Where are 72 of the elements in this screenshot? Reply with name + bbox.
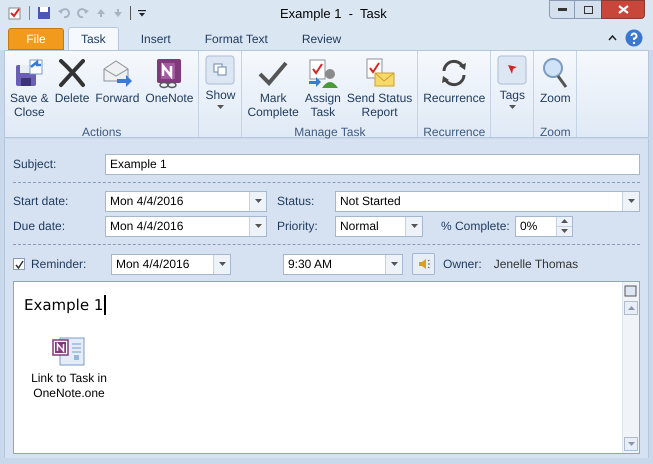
group-label: Zoom [540, 125, 571, 139]
field-label: Owner: [443, 256, 482, 273]
field-label: Start date: [13, 193, 70, 210]
caret-icon [218, 262, 226, 266]
dropdown-field[interactable]: Mon 4/4/2016 [105, 190, 267, 212]
reminder-checkbox[interactable] [13, 258, 25, 270]
field-label: Subject: [13, 156, 58, 173]
scrollbar[interactable] [622, 282, 639, 453]
dropdown-field[interactable]: Normal [335, 216, 423, 236]
field-label: Status: [277, 193, 316, 210]
ribbon-button[interactable]: Delete [52, 55, 92, 120]
caret-icon [508, 105, 516, 109]
clipboard-person-icon [306, 57, 339, 89]
caret-icon [390, 262, 398, 266]
floppy-disk-icon [13, 57, 46, 89]
scroll-down-icon[interactable] [628, 442, 634, 446]
ribbon-button[interactable]: Forward [92, 55, 142, 120]
minimize-button[interactable] [549, 0, 575, 19]
dropdown-field[interactable]: Not Started [335, 190, 640, 212]
collapse-ribbon-icon[interactable] [608, 35, 617, 41]
maximize-icon [584, 6, 592, 14]
ribbon-button[interactable]: OneNote [142, 55, 196, 120]
caret-icon [254, 224, 262, 228]
notes-text: Example 1 [24, 295, 104, 316]
ribbon-dropdown-button[interactable]: Tags [493, 55, 532, 120]
ribbon-dropdown-button[interactable]: Show [201, 55, 240, 120]
caret-icon [561, 229, 568, 233]
ribbon-button[interactable]: Zoom [536, 55, 574, 120]
ribbon-tab[interactable]: Format Text [192, 27, 280, 50]
ribbon-button[interactable]: Save & Close [7, 55, 52, 120]
group-label: Manage Task [294, 125, 366, 139]
ribbon-button[interactable]: Mark Complete [244, 55, 302, 120]
clipboard-envelope-icon [364, 57, 396, 89]
dropdown-field[interactable]: Mon 4/4/2016 [105, 216, 267, 236]
ribbon-button[interactable]: Assign Task [302, 55, 344, 120]
pages-icon [205, 55, 236, 85]
up-caret-icon [561, 219, 568, 223]
save-icon[interactable] [37, 6, 51, 20]
group-label: Actions [82, 125, 122, 139]
attachment-label[interactable]: Link to Task in OneNote.one [24, 370, 114, 400]
caret-icon [410, 224, 418, 228]
field-label: Due date: [13, 218, 66, 235]
close-button[interactable] [601, 0, 645, 19]
close-icon [618, 5, 628, 14]
owner-name: Jenelle Thomas [494, 256, 578, 273]
dropdown-field[interactable]: Mon 4/4/2016 [111, 254, 231, 274]
field-label: Reminder: [31, 256, 88, 273]
flag-icon [497, 55, 528, 85]
ribbon-tab[interactable]: Review [290, 27, 354, 50]
minimize-icon [558, 8, 566, 11]
ribbon-tab[interactable]: Insert [128, 27, 183, 50]
dropdown-field[interactable]: 9:30 AM [283, 254, 403, 274]
window-title: Example 1 - Task [280, 5, 387, 23]
customize-menu-icon[interactable] [138, 9, 146, 17]
field-label: % Complete: [441, 218, 511, 235]
field-label: Priority: [277, 218, 319, 235]
task-icon[interactable] [8, 6, 22, 20]
onenote-file-icon[interactable] [52, 334, 86, 366]
caret-icon [216, 105, 224, 109]
subject-field[interactable]: Example 1 [105, 154, 640, 174]
notes-area[interactable]: Example 1 Link to Task in OneNote.one [13, 281, 640, 454]
maximize-button[interactable] [575, 0, 601, 19]
help-icon[interactable] [625, 29, 643, 47]
percent-spinner[interactable]: 0% [515, 216, 573, 236]
ribbon-button[interactable]: Recurrence [420, 55, 488, 120]
caret-icon [254, 199, 262, 203]
caret-icon [628, 199, 634, 203]
ribbon-button[interactable]: Send Status Report [344, 55, 416, 120]
scroll-up-icon[interactable] [628, 306, 634, 310]
group-label: Recurrence [423, 125, 486, 139]
ribbon-tab[interactable]: Task [68, 27, 119, 50]
speaker-icon [418, 258, 430, 270]
